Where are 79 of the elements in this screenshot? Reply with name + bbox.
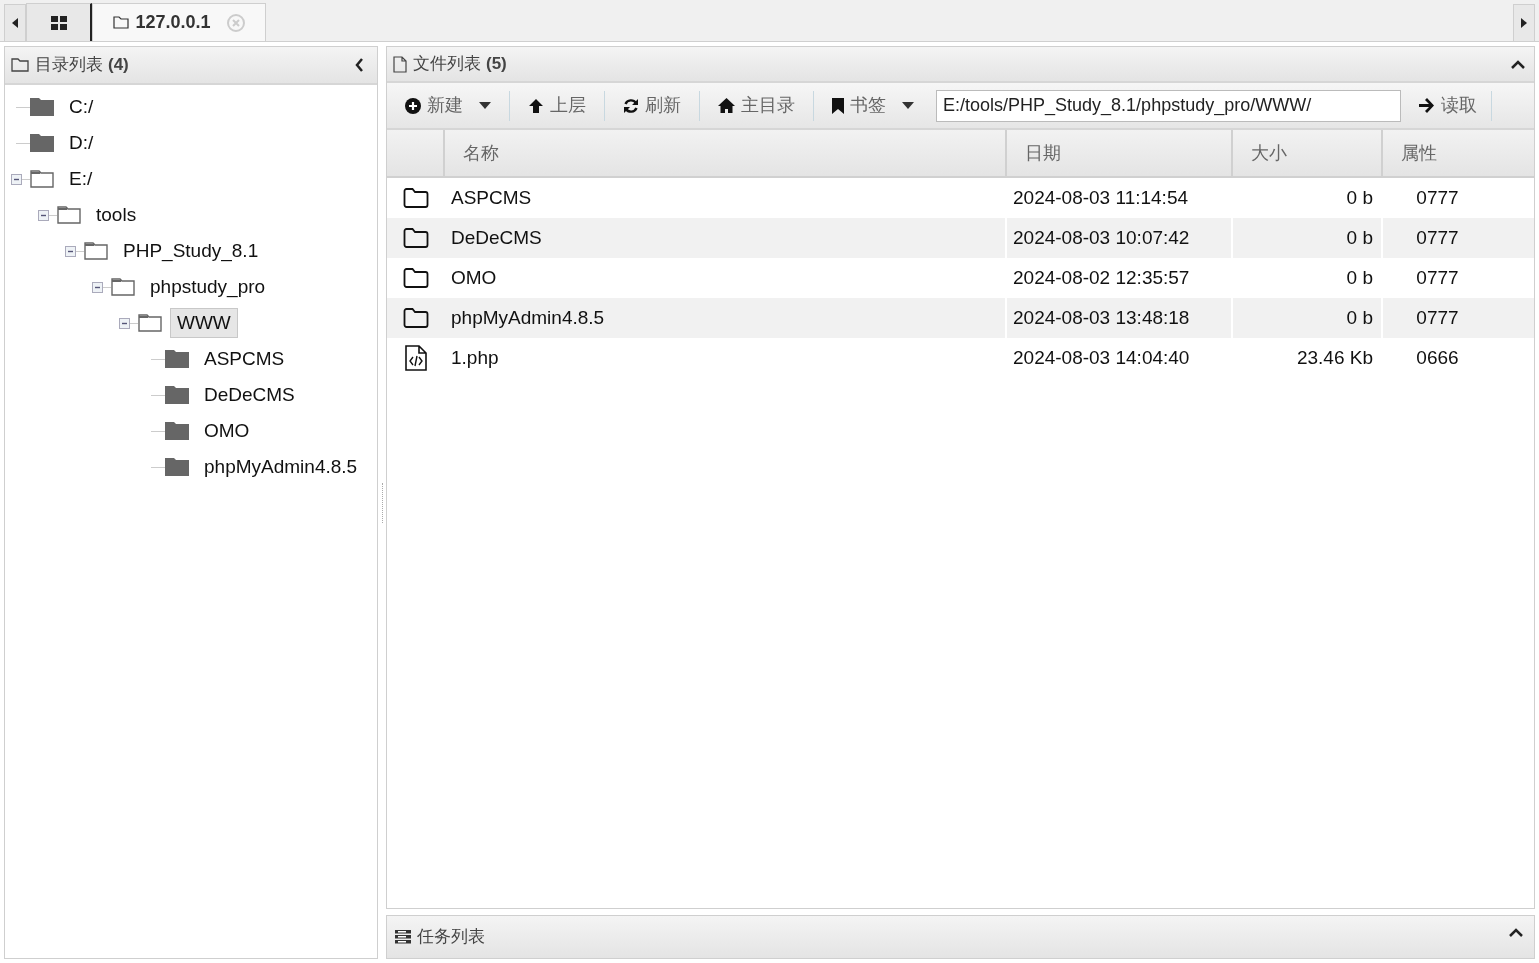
- folder-icon: [113, 16, 130, 29]
- table-cell-text: 0 b: [1346, 265, 1373, 290]
- tree-item[interactable]: D:/: [62, 127, 101, 159]
- folder-icon: [403, 308, 429, 328]
- item-count: (4): [108, 54, 129, 77]
- bookmark-button[interactable]: 书签: [822, 88, 924, 123]
- table-cell-text: 0777: [1416, 225, 1459, 250]
- collapse-toggle-icon[interactable]: [38, 209, 49, 221]
- column-header[interactable]: 名称: [445, 130, 1007, 176]
- column-header[interactable]: 大小: [1233, 130, 1383, 176]
- tree-item[interactable]: ASPCMS: [197, 343, 292, 375]
- home-button[interactable]: 主目录: [708, 88, 805, 123]
- panel-title: 目录列表: [35, 54, 103, 77]
- file-name[interactable]: phpMyAdmin4.8.5: [451, 303, 605, 333]
- home-tab[interactable]: [26, 3, 92, 41]
- chevron-left-icon: [354, 58, 364, 72]
- collapse-toggle-icon[interactable]: [92, 281, 103, 293]
- tree-item[interactable]: phpstudy_pro: [143, 271, 273, 303]
- table-cell-text: 0 b: [1346, 305, 1373, 330]
- table-cell-text: 2024-08-03 13:48:18: [1013, 305, 1190, 330]
- tree-item[interactable]: C:/: [62, 91, 101, 123]
- document-icon: [393, 55, 407, 73]
- caret-down-icon: [902, 102, 914, 109]
- panel-title: 文件列表: [413, 53, 481, 76]
- tree-item[interactable]: OMO: [197, 415, 257, 447]
- refresh-button[interactable]: 刷新: [613, 88, 691, 123]
- file-name[interactable]: OMO: [451, 263, 497, 293]
- folder-icon: [403, 188, 429, 208]
- tree-item[interactable]: WWW: [170, 307, 238, 339]
- folder-icon: [403, 268, 429, 288]
- item-count: (5): [486, 53, 507, 76]
- table-cell-text: 0 b: [1346, 185, 1373, 210]
- table-cell-text: 2024-08-02 12:35:57: [1013, 265, 1190, 290]
- home-icon: [718, 98, 735, 113]
- list-icon: [395, 930, 411, 944]
- table-cell-text: 0777: [1416, 265, 1459, 290]
- folder-icon: [403, 228, 429, 248]
- file-name[interactable]: DeDeCMS: [451, 223, 542, 253]
- table-cell-text: 2024-08-03 10:07:42: [1013, 225, 1190, 250]
- refresh-icon: [623, 97, 639, 114]
- table-cell-text: 0666: [1416, 345, 1459, 370]
- table-cell-text: 0777: [1416, 305, 1459, 330]
- plus-circle-icon: [405, 97, 421, 114]
- read-button[interactable]: 读取: [1411, 88, 1485, 123]
- collapse-toggle-icon[interactable]: [119, 317, 130, 329]
- column-header[interactable]: 日期: [1007, 130, 1233, 176]
- panel-title: 任务列表: [417, 926, 485, 949]
- table-cell-text: 0777: [1416, 185, 1459, 210]
- tree-item[interactable]: tools: [89, 199, 144, 231]
- scroll-left-button[interactable]: [4, 4, 26, 42]
- table-cell-text: 23.46 Kb: [1296, 345, 1373, 370]
- arrow-up-icon: [528, 97, 544, 114]
- chevron-up-icon: [1511, 59, 1525, 69]
- collapse-toggle-icon[interactable]: [65, 245, 76, 257]
- tree-item[interactable]: PHP_Study_8.1: [116, 235, 266, 267]
- file-name[interactable]: ASPCMS: [451, 183, 532, 213]
- column-header[interactable]: 属性: [1383, 130, 1534, 176]
- arrow-right-icon: [1419, 98, 1435, 113]
- caret-down-icon: [479, 102, 491, 109]
- site-tab[interactable]: 127.0.0.1: [92, 3, 266, 41]
- table-cell-text: 0 b: [1346, 225, 1373, 250]
- up-button[interactable]: 上层: [518, 88, 596, 123]
- path-field[interactable]: E:/tools/PHP_Study_8.1/phpstudy_pro/WWW/: [936, 89, 1401, 122]
- new-button[interactable]: 新建: [395, 88, 501, 123]
- bookmark-icon: [832, 97, 844, 114]
- collapse-toggle-icon[interactable]: [11, 173, 22, 185]
- chevron-up-icon: [1509, 927, 1523, 937]
- file-name[interactable]: 1.php: [451, 343, 499, 373]
- scroll-right-button[interactable]: [1513, 4, 1535, 42]
- caret-right-icon: [1521, 18, 1527, 28]
- grid-icon: [50, 15, 67, 30]
- tree-item[interactable]: E:/: [62, 163, 100, 195]
- table-cell-text: 2024-08-03 11:14:54: [1013, 185, 1189, 210]
- caret-left-icon: [12, 18, 18, 28]
- tree-item[interactable]: phpMyAdmin4.8.5: [197, 451, 365, 483]
- table-cell-text: 2024-08-03 14:04:40: [1013, 345, 1190, 370]
- folder-icon: [11, 58, 29, 72]
- code-file-icon: [405, 345, 427, 371]
- tree-item[interactable]: DeDeCMS: [197, 379, 302, 411]
